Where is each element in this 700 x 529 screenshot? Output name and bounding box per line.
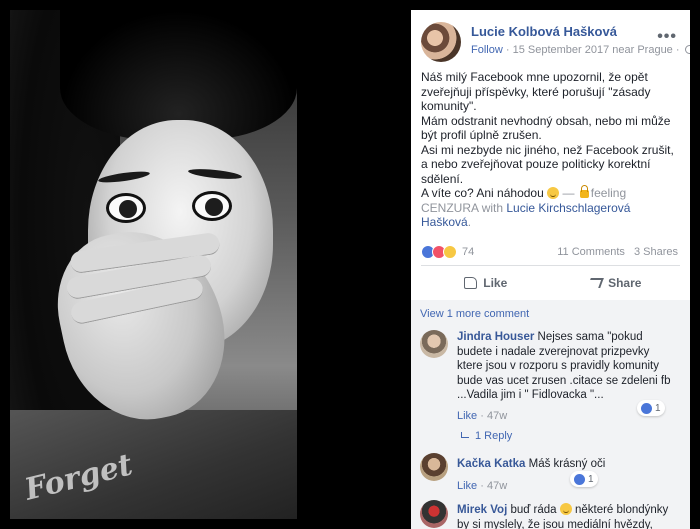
thumbs-up-icon (464, 277, 478, 289)
comment-time[interactable]: 47w (487, 480, 507, 492)
comment-reactions[interactable]: 1 (637, 400, 665, 416)
like-button[interactable]: Like (421, 268, 551, 298)
comment-meta: Like · 47w (457, 480, 508, 492)
post-text-line: Mám odstranit nevhodný obsah, nebo mi mů… (421, 113, 671, 143)
comment-meta: Like · 47w (457, 410, 508, 422)
comment-like-link[interactable]: Like (457, 480, 477, 492)
commenter-avatar[interactable] (420, 330, 448, 358)
post-text: Náš milý Facebook mne upozornil, že opět… (421, 70, 683, 230)
divider (421, 265, 680, 266)
post-actions: Like Share (421, 268, 680, 298)
author-avatar[interactable] (421, 22, 461, 62)
commenter-avatar[interactable] (420, 500, 448, 528)
author-name[interactable]: Lucie Kolbová Hašková (471, 24, 617, 39)
post-text-span: A víte co? Ani náhodou (421, 186, 544, 200)
post-panel: Lucie Kolbová Hašková Follow · 15 Septem… (411, 10, 690, 529)
photo-viewer: Forget (0, 0, 411, 529)
globe-icon (684, 45, 690, 54)
comment-reactions[interactable]: 1 (570, 471, 598, 487)
view-replies-link[interactable]: 1 Reply (461, 430, 512, 442)
post-text-line: Náš milý Facebook mne upozornil, že opět… (421, 70, 651, 113)
view-more-comments-link[interactable]: View 1 more comment (420, 308, 529, 320)
comment-text: Máš krásný oči (528, 458, 606, 470)
photo-shirt (10, 410, 297, 519)
like-reaction-icon (641, 402, 652, 414)
lock-icon (579, 185, 589, 198)
comment-bubble: Kačka Katka Máš krásný oči (457, 457, 607, 472)
reaction-count: 74 (462, 246, 475, 258)
reactions-summary[interactable]: 74 (421, 244, 474, 260)
comment-like-link[interactable]: Like (457, 410, 477, 422)
reply-arrow-icon (461, 432, 469, 438)
post-header: Lucie Kolbová Hašková Follow · 15 Septem… (421, 22, 690, 62)
post-text-line: Asi mi nezbyde nic jiného, než Facebook … (421, 142, 674, 186)
engagement-counts: 11 Comments 3 Shares (557, 246, 678, 258)
view-replies-label: 1 Reply (475, 430, 513, 442)
feeling-dash: — (562, 186, 578, 200)
smile-emoji-icon (559, 503, 572, 515)
post-text-line: A víte co? Ani náhodou — feeling CENZURA… (421, 185, 683, 230)
post-photo[interactable]: Forget (10, 10, 297, 519)
share-button[interactable]: Share (551, 268, 681, 298)
like-button-label: Like (483, 276, 508, 290)
comments-section: View 1 more comment Jindra Houser Nejses… (411, 300, 690, 529)
comment-reaction-count: 1 (655, 402, 661, 414)
commenter-name[interactable]: Jindra Houser (457, 331, 534, 343)
like-reaction-icon (574, 473, 585, 485)
post-date-location[interactable]: · 15 September 2017 near Prague · (506, 44, 680, 56)
haha-reaction-icon (443, 245, 457, 259)
with-label: with (481, 200, 504, 215)
more-options-icon[interactable]: ••• (657, 28, 677, 46)
follow-link[interactable]: Follow (471, 44, 503, 56)
comment-reaction-count: 1 (588, 473, 594, 485)
share-button-label: Share (608, 276, 642, 290)
commenter-name[interactable]: Kačka Katka (457, 458, 525, 470)
comment-time[interactable]: 47w (487, 410, 507, 422)
shares-count[interactable]: 3 Shares (634, 246, 678, 258)
photo-eye-right (192, 191, 232, 221)
share-icon (587, 278, 604, 288)
comment-text: buď ráda (510, 504, 557, 516)
blush-emoji-icon (547, 187, 560, 199)
comments-count[interactable]: 11 Comments (557, 246, 625, 258)
comment-bubble: Jindra Houser Nejses sama "pokud budete … (457, 330, 672, 403)
post-text-span: . (467, 215, 472, 229)
commenter-avatar[interactable] (420, 453, 448, 481)
comment-bubble: Mirek Voj buď ráda některé blondýnky by … (457, 503, 677, 529)
photo-eye-left (106, 193, 146, 223)
commenter-name[interactable]: Mirek Voj (457, 504, 507, 516)
